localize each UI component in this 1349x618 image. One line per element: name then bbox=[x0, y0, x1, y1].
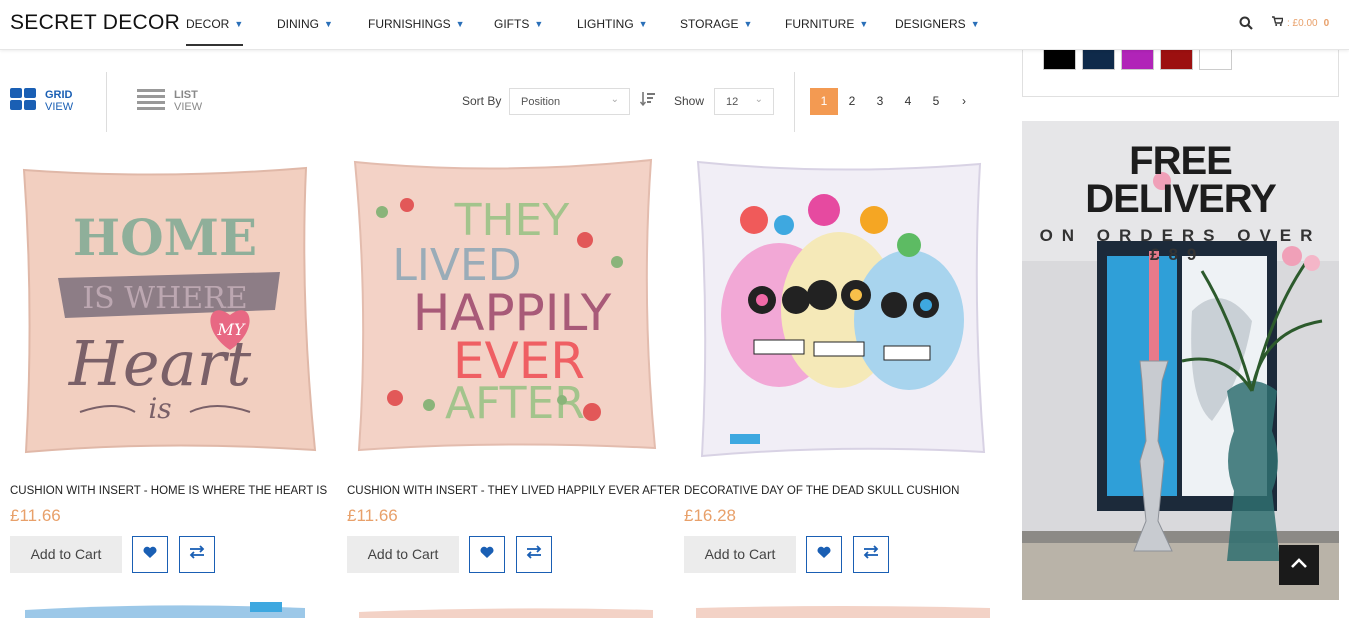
search-icon[interactable] bbox=[1239, 16, 1253, 35]
list-view-toggle[interactable]: LIST VIEW bbox=[137, 88, 202, 116]
banner-title: DELIVERY bbox=[1085, 177, 1277, 221]
add-to-cart-button[interactable]: Add to Cart bbox=[347, 536, 459, 573]
product-price: £16.28 bbox=[684, 506, 736, 525]
chevron-up-icon bbox=[1290, 556, 1308, 574]
page-2[interactable]: 2 bbox=[838, 88, 866, 115]
site-header: SECRET DECOR DECOR ▼ DINING ▼ FURNISHINGS ▼… bbox=[0, 0, 1349, 50]
wishlist-button[interactable] bbox=[806, 536, 842, 573]
cart-count: 0 bbox=[1323, 18, 1330, 29]
product-name[interactable]: CUSHION WITH INSERT - HOME IS WHERE THE … bbox=[10, 485, 327, 497]
caret-down-icon: ▼ bbox=[638, 19, 648, 29]
add-to-cart-button[interactable]: Add to Cart bbox=[684, 536, 796, 573]
banner-amount: £89 bbox=[1150, 245, 1206, 264]
product-card: THEY LIVED HAPPILY EVER AFTER CUSHION WI… bbox=[347, 150, 680, 590]
banner-subtitle: ON ORDERS OVER bbox=[1039, 226, 1322, 245]
art-text: IS WHERE bbox=[82, 281, 247, 316]
header-cart[interactable]: : £0.00 0 bbox=[1272, 16, 1329, 29]
limit-select[interactable]: 12 ⌄ bbox=[714, 88, 774, 115]
product-image[interactable]: HOME IS WHERE MY Heart is bbox=[10, 150, 320, 465]
caret-down-icon: ▼ bbox=[324, 19, 333, 29]
art-text: THEY bbox=[454, 195, 570, 246]
nav-item-furniture[interactable]: FURNITURE ▼ bbox=[785, 17, 868, 31]
nav-item-designers[interactable]: DESIGNERS ▼ bbox=[895, 17, 980, 31]
heart-icon bbox=[817, 546, 831, 564]
chevron-right-icon[interactable]: › bbox=[950, 88, 978, 115]
cart-amount: : £0.00 bbox=[1287, 18, 1318, 29]
compare-icon bbox=[863, 545, 879, 564]
compare-button[interactable] bbox=[516, 536, 552, 573]
caret-down-icon: ▼ bbox=[859, 19, 869, 29]
page-5[interactable]: 5 bbox=[922, 88, 950, 115]
caret-down-icon: ▼ bbox=[455, 19, 465, 29]
show-label: Show bbox=[674, 94, 705, 108]
product-image-partial[interactable] bbox=[357, 600, 657, 618]
product-card: DECORATIVE DAY OF THE DEAD SKULL CUSHION… bbox=[684, 150, 1004, 590]
free-delivery-banner[interactable]: FREE DELIVERY ON ORDERS OVER £89 bbox=[1022, 121, 1339, 600]
product-price: £11.66 bbox=[347, 506, 398, 525]
grid-view-toggle[interactable]: GRID VIEW bbox=[10, 88, 73, 116]
divider bbox=[794, 72, 795, 132]
sort-direction-icon[interactable] bbox=[639, 91, 656, 112]
wishlist-button[interactable] bbox=[132, 536, 168, 573]
product-image[interactable]: THEY LIVED HAPPILY EVER AFTER bbox=[347, 150, 657, 465]
product-image-partial[interactable] bbox=[20, 600, 310, 618]
nav-item-gifts[interactable]: GIFTS ▼ bbox=[494, 17, 543, 31]
art-text: is bbox=[148, 392, 171, 425]
heart-icon bbox=[143, 546, 157, 564]
heart-icon bbox=[480, 546, 494, 564]
nav-item-storage[interactable]: STORAGE ▼ bbox=[680, 17, 752, 31]
product-image[interactable] bbox=[684, 150, 994, 465]
art-text: Heart bbox=[68, 327, 251, 400]
nav-item-lighting[interactable]: LIGHTING ▼ bbox=[577, 17, 648, 31]
add-to-cart-button[interactable]: Add to Cart bbox=[10, 536, 122, 573]
page-3[interactable]: 3 bbox=[866, 88, 894, 115]
divider bbox=[106, 72, 107, 132]
compare-button[interactable] bbox=[179, 536, 215, 573]
caret-down-icon: ▼ bbox=[534, 19, 544, 29]
compare-icon bbox=[526, 545, 542, 564]
product-name[interactable]: CUSHION WITH INSERT - THEY LIVED HAPPILY… bbox=[347, 485, 680, 497]
site-logo[interactable]: SECRET DECOR bbox=[10, 11, 180, 35]
product-name[interactable]: DECORATIVE DAY OF THE DEAD SKULL CUSHION bbox=[684, 485, 959, 497]
cart-icon bbox=[1272, 16, 1284, 29]
grid-icon bbox=[10, 88, 37, 115]
nav-item-dining[interactable]: DINING ▼ bbox=[277, 17, 333, 31]
product-price: £11.66 bbox=[10, 506, 61, 525]
sort-label: Sort By bbox=[462, 94, 502, 108]
back-to-top-button[interactable] bbox=[1279, 545, 1319, 585]
caret-down-icon: ▼ bbox=[743, 19, 753, 29]
art-text: HOME bbox=[73, 208, 257, 267]
page-1[interactable]: 1 bbox=[810, 88, 838, 115]
caret-down-icon: ▼ bbox=[970, 19, 980, 29]
wishlist-button[interactable] bbox=[469, 536, 505, 573]
product-card: HOME IS WHERE MY Heart is CUSHION WITH I… bbox=[10, 150, 330, 590]
sort-select[interactable]: Position ⌄ bbox=[509, 88, 630, 115]
list-icon bbox=[137, 89, 165, 115]
chevron-down-icon: ⌄ bbox=[754, 94, 763, 105]
compare-icon bbox=[189, 545, 205, 564]
product-image-partial[interactable] bbox=[694, 600, 994, 618]
caret-down-icon: ▼ bbox=[234, 19, 244, 29]
chevron-down-icon: ⌄ bbox=[610, 94, 619, 105]
compare-button[interactable] bbox=[853, 536, 889, 573]
nav-item-furnishings[interactable]: FURNISHINGS ▼ bbox=[368, 17, 465, 31]
page-4[interactable]: 4 bbox=[894, 88, 922, 115]
nav-item-decor[interactable]: DECOR ▼ bbox=[186, 17, 244, 46]
